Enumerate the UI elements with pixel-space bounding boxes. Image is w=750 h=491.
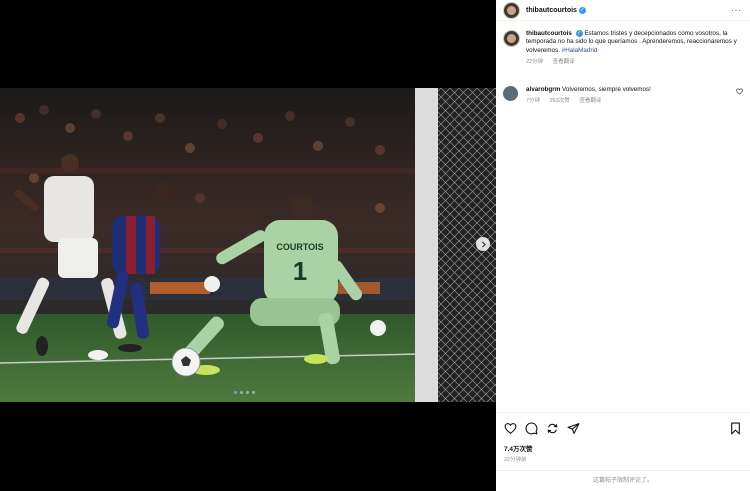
caption-username[interactable]: thibautcourtois [526,30,572,37]
comment-item: alvarobgrm Volveremos, siempre volvemos!… [503,86,743,105]
post-sidebar: thibautcourtois ✓ ··· thibautcourtois ✓ … [496,0,750,491]
action-bar: 7.4万次赞 22分钟前 [496,412,750,463]
share-icon[interactable] [546,422,559,435]
send-icon[interactable] [567,422,580,435]
comment-likes[interactable]: 263次赞 [550,98,570,104]
carousel-dot [240,391,243,394]
carousel-dot [234,391,237,394]
comment-icon[interactable] [525,422,538,435]
next-arrow-icon [481,241,486,247]
carousel-dot [252,391,255,394]
caption-avatar[interactable] [503,30,520,47]
football-scene-image: COURTOIS 1 [0,88,496,402]
avatar[interactable] [503,1,520,19]
comment-heart-icon[interactable] [736,88,743,95]
comments-closed-notice: 这篇帖子限制评论了。 [496,470,750,491]
post-time: 22分钟前 [504,457,527,463]
football [171,347,201,377]
caption-translate-link[interactable]: 查看翻译 [553,59,575,65]
comment-time: 7分钟 [526,98,541,104]
likes-count[interactable]: 7.4万次赞 [504,443,742,453]
bookmark-icon[interactable] [729,422,742,435]
instagram-post-modal: COURTOIS 1 thibautcourtois ✓ ··· thibaut… [0,0,750,491]
caption-time: 22分钟 [526,58,544,65]
verified-icon: ✓ [575,30,583,37]
more-icon[interactable]: ··· [731,6,742,15]
heart-icon[interactable] [504,422,517,435]
verified-icon: ✓ [578,6,586,14]
next-slide-button[interactable] [476,237,490,251]
post-header: thibautcourtois ✓ ··· [496,0,750,21]
hashtag-link[interactable]: #HalaMadrid [562,47,598,54]
post-caption: thibautcourtois ✓ Estamos tristes y dece… [503,30,743,66]
jersey-number: 1 [293,256,307,286]
comment-text: Volveremos, siempre volvemos! [562,86,651,93]
carousel-dot [246,391,249,394]
post-photo[interactable]: COURTOIS 1 [0,88,496,402]
carousel-indicators [234,391,255,394]
comment-username[interactable]: alvarobgrm [526,86,560,93]
media-area: COURTOIS 1 [0,0,496,491]
post-username[interactable]: thibautcourtois [526,7,577,14]
jersey-name: COURTOIS [276,242,323,252]
comment-avatar[interactable] [503,86,518,101]
comment-translate-link[interactable]: 查看翻译 [579,98,601,104]
